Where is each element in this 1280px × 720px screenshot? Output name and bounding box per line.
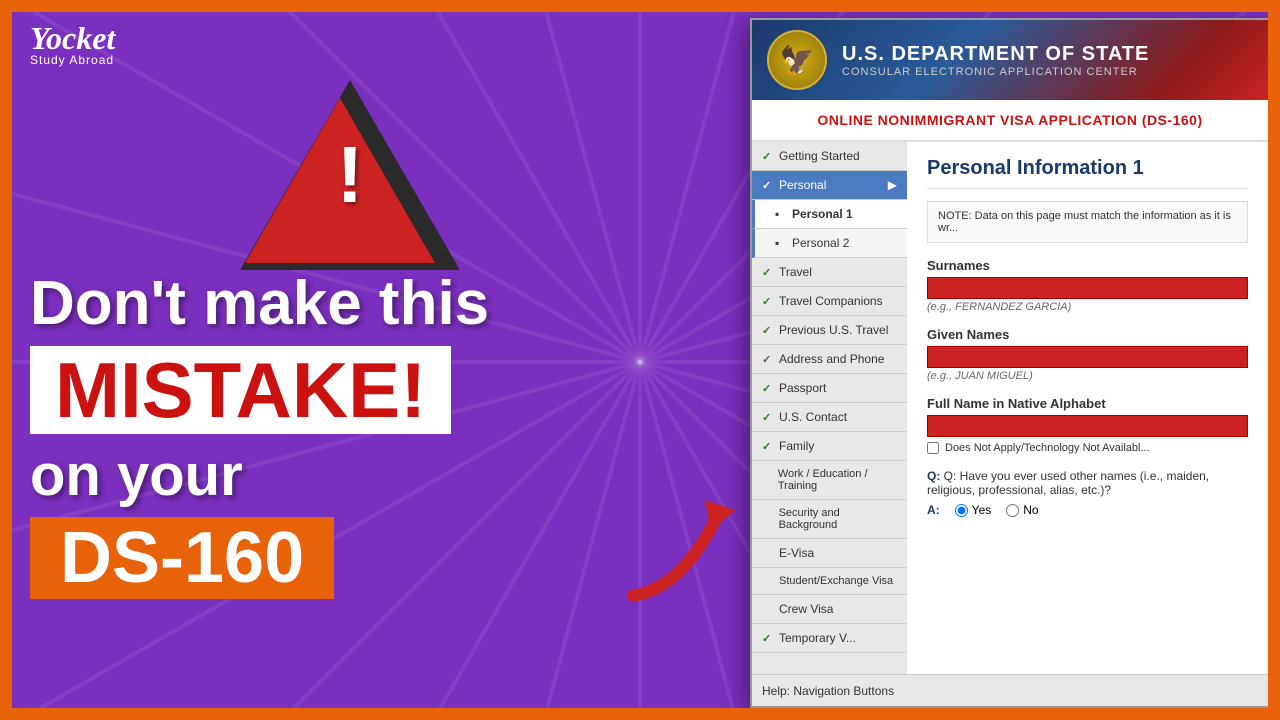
nav-arrow: ▶ (888, 178, 897, 192)
nav-temp-visa[interactable]: Temporary V... (752, 624, 907, 653)
native-name-checkbox-row: Does Not Apply/Technology Not Availabl..… (927, 442, 1248, 454)
headline4: DS-160 (60, 518, 304, 598)
qa-answer: A: Yes No (927, 503, 1248, 517)
ds160-box: DS-160 (30, 517, 334, 599)
nav-security[interactable]: Security and Background (752, 500, 907, 539)
native-name-label: Full Name in Native Alphabet (927, 396, 1248, 411)
yes-radio[interactable] (955, 504, 968, 517)
brand-name: Yocket (30, 20, 115, 57)
seal-icon: 🦅 (780, 44, 815, 77)
q-label: Q: (927, 469, 944, 483)
given-names-input[interactable] (927, 346, 1248, 368)
a-label: A: (927, 503, 940, 517)
nav-us-contact[interactable]: U.S. Contact (752, 403, 907, 432)
form-panel: 🦅 U.S. Department of State CONSULAR ELEC… (750, 18, 1270, 708)
nav-family[interactable]: Family (752, 432, 907, 461)
form-title: Personal Information 1 (927, 157, 1248, 189)
exclamation-mark: ! (337, 135, 364, 215)
native-name-input[interactable] (927, 415, 1248, 437)
app-banner-text: ONLINE NONIMMIGRANT VISA APPLICATION (DS… (767, 112, 1253, 128)
nav-evisa[interactable]: E-Visa (752, 539, 907, 568)
headline3: on your (30, 442, 730, 509)
form-content: Personal Information 1 NOTE: Data on thi… (907, 142, 1268, 698)
form-nav: Getting Started Personal ▶ Personal 1 Pe… (752, 142, 907, 698)
form-body: Getting Started Personal ▶ Personal 1 Pe… (752, 142, 1268, 698)
surnames-label: Surnames (927, 258, 1248, 273)
mistake-box: MISTAKE! (30, 346, 451, 434)
surnames-hint: (e.g., FERNANDEZ GARCIA) (927, 301, 1248, 313)
nav-address-phone[interactable]: Address and Phone (752, 345, 907, 374)
form-note: NOTE: Data on this page must match the i… (927, 201, 1248, 243)
help-bar: Help: Navigation Buttons (752, 674, 1268, 706)
no-option[interactable]: No (1006, 503, 1038, 517)
qa-question: Q: Q: Have you ever used other names (i.… (927, 469, 1248, 497)
yes-option[interactable]: Yes (955, 503, 992, 517)
nav-passport[interactable]: Passport (752, 374, 907, 403)
nav-work-edu[interactable]: Work / Education / Training (752, 461, 907, 500)
dos-header: 🦅 U.S. Department of State CONSULAR ELEC… (752, 20, 1268, 100)
headline1: Don't make this (30, 270, 730, 338)
nav-travel-companions[interactable]: Travel Companions (752, 287, 907, 316)
qa-question-text: Q: Have you ever used other names (i.e.,… (927, 469, 1209, 497)
given-names-hint: (e.g., JUAN MIGUEL) (927, 370, 1248, 382)
dos-title-area: U.S. Department of State CONSULAR ELECTR… (842, 42, 1149, 78)
dos-main-title: U.S. Department of State (842, 42, 1149, 66)
nav-student-visa[interactable]: Student/Exchange Visa (752, 568, 907, 595)
nav-prev-us-travel[interactable]: Previous U.S. Travel (752, 316, 907, 345)
surnames-input[interactable] (927, 277, 1248, 299)
app-banner: ONLINE NONIMMIGRANT VISA APPLICATION (DS… (752, 100, 1268, 142)
form-note-text: NOTE: Data on this page must match the i… (938, 210, 1231, 234)
nav-crew-visa[interactable]: Crew Visa (752, 595, 907, 624)
no-radio[interactable] (1006, 504, 1019, 517)
given-names-field: Given Names (e.g., JUAN MIGUEL) (927, 327, 1248, 382)
dos-sub-title: CONSULAR ELECTRONIC APPLICATION CENTER (842, 66, 1149, 78)
help-text: Help: Navigation Buttons (762, 684, 894, 698)
nav-getting-started[interactable]: Getting Started (752, 142, 907, 171)
native-name-field: Full Name in Native Alphabet Does Not Ap… (927, 396, 1248, 454)
does-not-apply-label: Does Not Apply/Technology Not Availabl..… (945, 442, 1150, 454)
given-names-label: Given Names (927, 327, 1248, 342)
does-not-apply-checkbox[interactable] (927, 442, 939, 454)
nav-personal[interactable]: Personal ▶ (752, 171, 907, 200)
state-seal: 🦅 (767, 30, 827, 90)
nav-travel[interactable]: Travel (752, 258, 907, 287)
surnames-field: Surnames (e.g., FERNANDEZ GARCIA) (927, 258, 1248, 313)
qa-section: Q: Q: Have you ever used other names (i.… (927, 469, 1248, 517)
headline2: MISTAKE! (55, 346, 426, 434)
logo-area: Yocket Study Abroad (30, 20, 115, 67)
warning-triangle: ! (250, 80, 450, 260)
nav-personal2[interactable]: Personal 2 (752, 229, 907, 258)
brand-subtitle: Study Abroad (30, 53, 115, 67)
nav-personal1[interactable]: Personal 1 (752, 200, 907, 229)
